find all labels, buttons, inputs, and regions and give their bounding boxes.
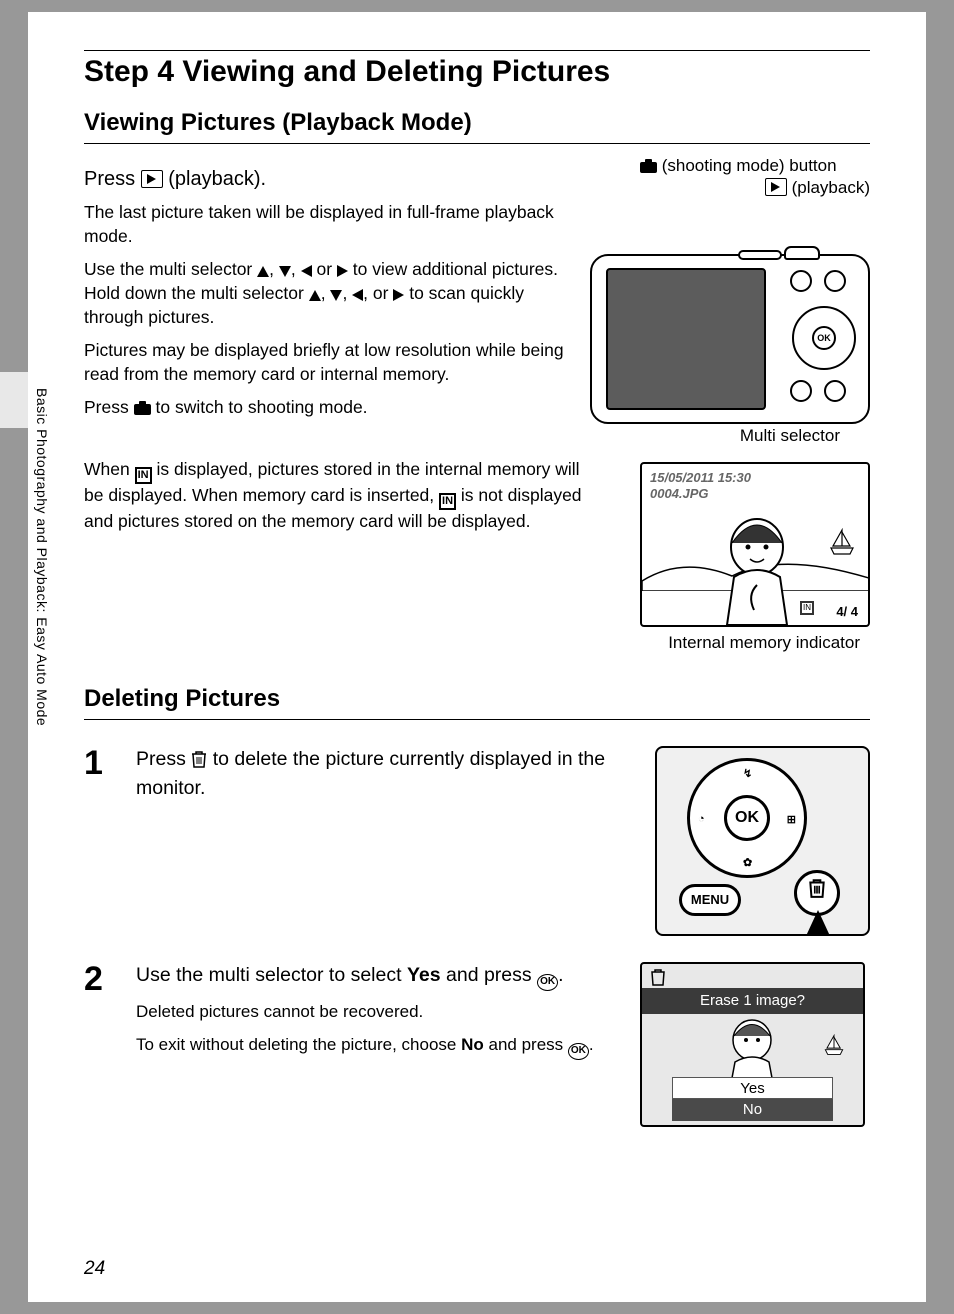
camera-screen	[606, 268, 766, 410]
image-count: 4/ 4	[836, 604, 858, 619]
menu-button	[790, 380, 812, 402]
playback-icon	[141, 170, 163, 188]
pointer-arrow-icon	[806, 910, 830, 936]
viewing-row: Press (playback). The last picture taken…	[84, 154, 870, 448]
step-1-figure: OK ↯ ✿ ◔ ⊞ MENU	[640, 746, 870, 936]
playback-button-label: (playback)	[590, 178, 870, 198]
ok-icon: OK	[568, 1043, 589, 1060]
ok-icon: OK	[537, 974, 558, 991]
playback-icon	[765, 178, 787, 196]
side-tab-text: Basic Photography and Playback: Easy Aut…	[34, 388, 50, 726]
internal-mem-fig: 15/05/2011 15:30 0004.JPG IN 4/	[620, 448, 870, 655]
section-deleting-rule	[84, 719, 870, 720]
ok-button: OK	[812, 326, 836, 350]
step-2-body: Use the multi selector to select Yes and…	[136, 962, 622, 1127]
arrow-up-icon	[257, 266, 269, 277]
internal-memory-icon: IN	[439, 493, 456, 510]
step-2: 2 Use the multi selector to select Yes a…	[84, 962, 870, 1127]
p-exit: To exit without deleting the picture, ch…	[136, 1034, 622, 1060]
p-lowres: Pictures may be displayed briefly at low…	[84, 339, 570, 386]
shutter-button	[784, 246, 820, 260]
p-lastpic: The last picture taken will be displayed…	[84, 201, 570, 248]
erase-dialog-illustration: Erase 1 image? Yes No	[640, 962, 865, 1127]
button-closeup-illustration: OK ↯ ✿ ◔ ⊞ MENU	[655, 746, 870, 936]
manual-page: Basic Photography and Playback: Easy Aut…	[28, 12, 926, 1302]
top-rule	[84, 50, 870, 51]
step-1-body: Press to delete the picture currently di…	[136, 746, 622, 936]
arrow-down-icon	[330, 290, 342, 301]
sailboat-icon	[823, 1034, 845, 1061]
camera-back-illustration: OK	[590, 254, 870, 424]
arrow-down-icon	[279, 266, 291, 277]
multi-selector-label: Multi selector	[590, 426, 840, 446]
dpad-up-icon: ↯	[743, 767, 752, 780]
zoom-control	[738, 250, 782, 260]
p-cannot-recover: Deleted pictures cannot be recovered.	[136, 1001, 622, 1024]
section-deleting-title: Deleting Pictures	[84, 685, 870, 713]
arrow-right-icon	[393, 289, 404, 301]
page-title: Step 4 Viewing and Deleting Pictures	[84, 55, 870, 89]
file-name: 0004.JPG	[650, 486, 709, 501]
page-number: 24	[84, 1258, 105, 1280]
dialog-option-yes: Yes	[672, 1077, 833, 1099]
delete-button	[824, 380, 846, 402]
step-number: 1	[84, 746, 118, 936]
camera-icon	[640, 159, 657, 173]
multi-selector: OK	[792, 306, 856, 370]
playback-screen-illustration: 15/05/2011 15:30 0004.JPG IN 4/	[640, 462, 870, 627]
internal-memory-indicator-label: Internal memory indicator	[620, 633, 860, 653]
sailboat-icon	[828, 528, 856, 562]
arrow-left-icon	[352, 289, 363, 301]
date-stamp: 15/05/2011 15:30	[650, 470, 751, 485]
shooting-mode-label: (shooting mode) button	[640, 156, 870, 176]
internal-memory-indicator: IN	[800, 601, 814, 615]
playback-button	[824, 270, 846, 292]
dpad-left-icon: ◔	[698, 813, 705, 825]
section-viewing-title: Viewing Pictures (Playback Mode)	[84, 109, 870, 137]
side-tab	[0, 372, 28, 428]
person-icon	[712, 515, 802, 625]
dialog-title: Erase 1 image?	[642, 988, 863, 1014]
p-shootmode: Press to switch to shooting mode.	[84, 396, 570, 420]
dpad-down-icon: ✿	[743, 856, 752, 869]
step-1: 1 Press to delete the picture currently …	[84, 746, 870, 936]
dpad-right-icon: ⊞	[787, 813, 796, 826]
multi-selector: OK ↯ ✿ ◔ ⊞	[687, 758, 807, 878]
internal-mem-row: When IN is displayed, pictures stored in…	[84, 448, 870, 655]
internal-mem-text: When IN is displayed, pictures stored in…	[84, 448, 600, 655]
step-number: 2	[84, 962, 118, 1127]
menu-button: MENU	[679, 884, 741, 916]
arrow-left-icon	[301, 265, 312, 277]
arrow-right-icon	[337, 265, 348, 277]
ok-button: OK	[724, 795, 770, 841]
viewing-fig-col: (shooting mode) button (playback) OK Mul…	[590, 154, 870, 448]
viewing-text-col: Press (playback). The last picture taken…	[84, 154, 570, 448]
internal-memory-icon: IN	[135, 467, 152, 484]
press-heading: Press (playback).	[84, 168, 570, 191]
step-2-figure: Erase 1 image? Yes No	[640, 962, 870, 1127]
section-viewing-rule	[84, 143, 870, 144]
camera-icon	[134, 401, 151, 415]
shooting-mode-button	[790, 270, 812, 292]
trash-icon	[191, 749, 207, 775]
arrow-up-icon	[309, 290, 321, 301]
dialog-option-no: No	[672, 1099, 833, 1121]
p-multiselector: Use the multi selector , , or to view ad…	[84, 258, 570, 329]
